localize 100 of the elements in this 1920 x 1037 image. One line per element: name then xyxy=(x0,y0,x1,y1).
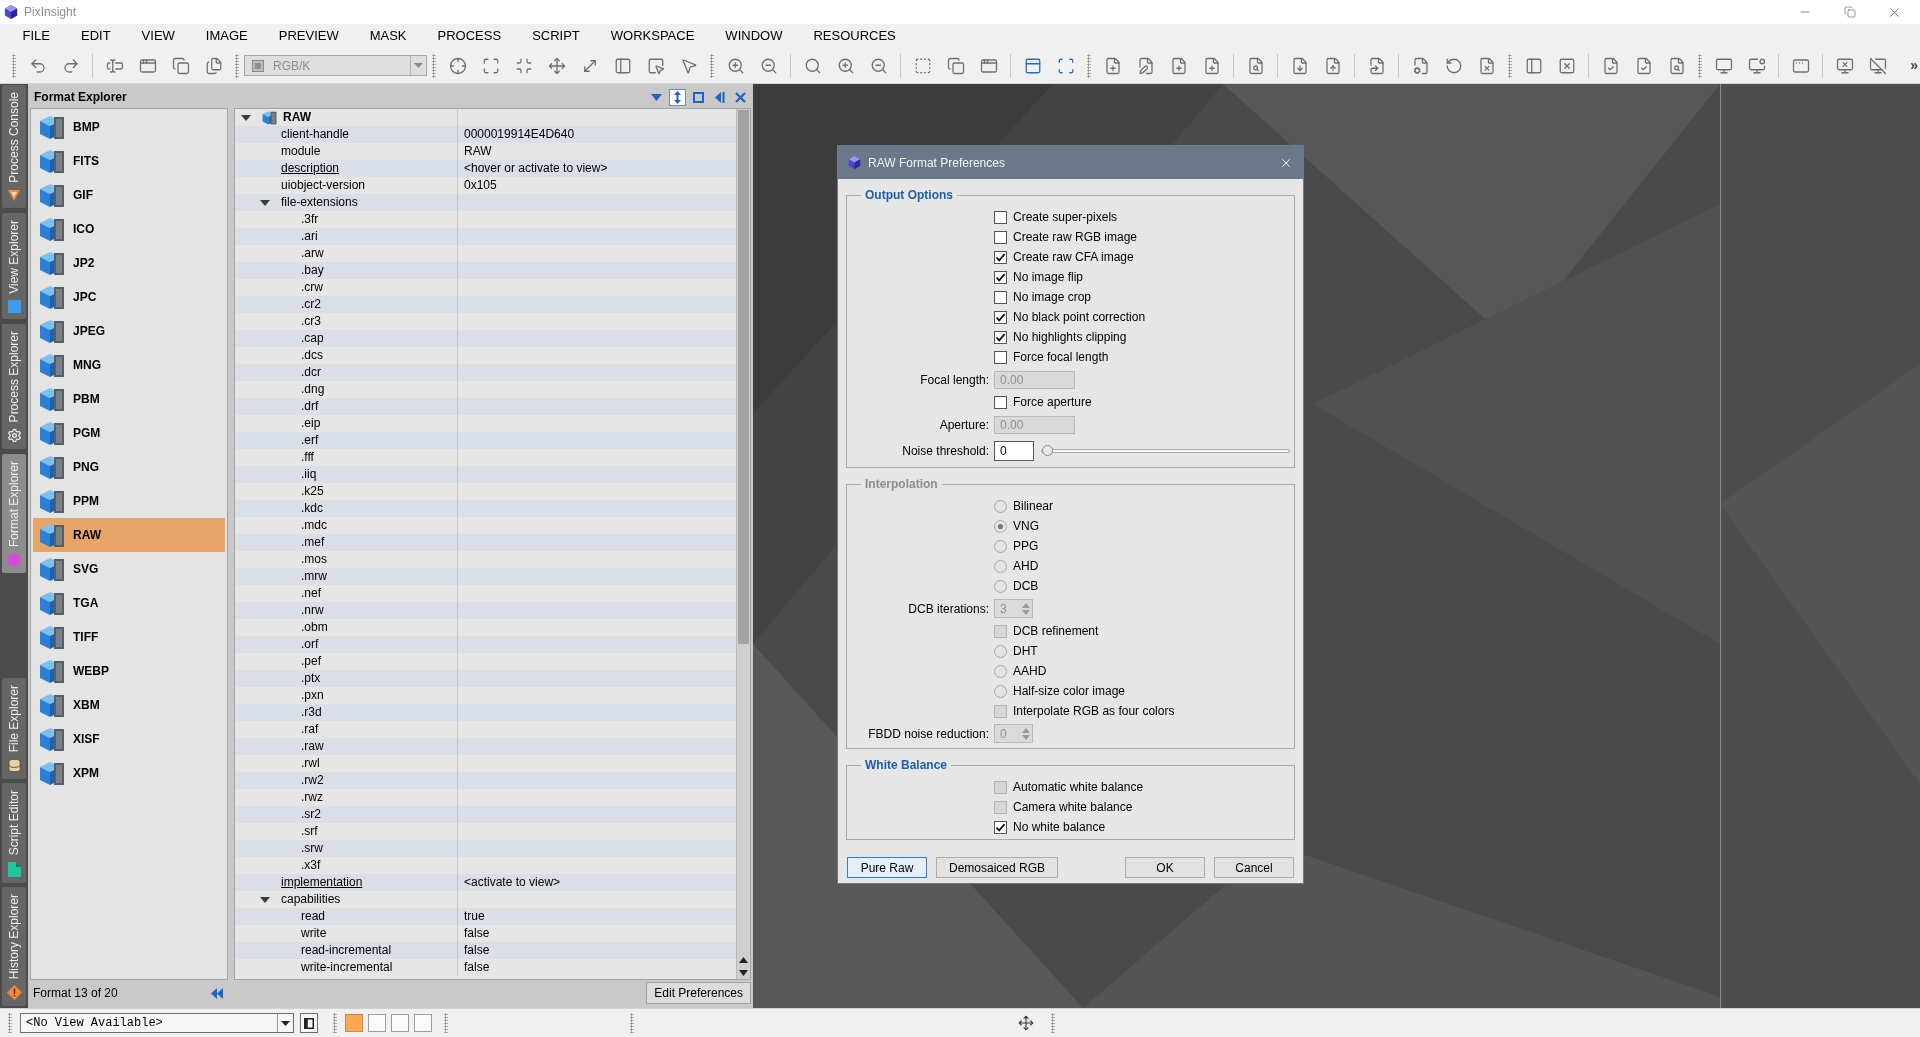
checkbox-label[interactable]: No image flip xyxy=(1013,268,1084,286)
checkbox-label[interactable]: Create super-pixels xyxy=(1013,208,1118,226)
checkbox[interactable] xyxy=(994,290,1007,304)
view-selector-dropdown[interactable]: <No View Available> xyxy=(20,1013,294,1033)
rewind-icon[interactable] xyxy=(211,987,223,999)
toolbar-grip[interactable] xyxy=(235,53,239,78)
checkbox[interactable] xyxy=(994,820,1007,834)
toolbar-grip[interactable] xyxy=(12,53,16,78)
tree-row[interactable]: .srw xyxy=(235,840,736,857)
tree-link[interactable]: description xyxy=(281,160,340,177)
dialog-button[interactable]: Demosaiced RGB xyxy=(936,857,1059,878)
dialog-button[interactable]: Pure Raw xyxy=(847,857,927,878)
menu-item[interactable]: RESOURCES xyxy=(797,25,912,47)
menu-item[interactable]: WINDOW xyxy=(709,25,798,47)
files-icon[interactable] xyxy=(204,56,223,75)
format-list-item[interactable]: PBM xyxy=(33,382,225,416)
caret-down-icon[interactable] xyxy=(260,894,270,905)
zoom-in-icon[interactable] xyxy=(836,56,855,75)
scrollbar[interactable] xyxy=(736,109,750,979)
toolbar-grip[interactable] xyxy=(333,1013,337,1033)
menu-item[interactable]: IMAGE xyxy=(190,25,264,47)
restore-icon[interactable] xyxy=(1843,6,1856,18)
format-list-item[interactable]: JP2 xyxy=(33,246,225,280)
checkbox[interactable] xyxy=(994,270,1007,284)
format-list-item[interactable]: MNG xyxy=(33,348,225,382)
side-tab[interactable]: Process Explorer xyxy=(2,323,26,449)
tree-row[interactable]: .kdc xyxy=(235,500,736,517)
toolbar-grip[interactable] xyxy=(1087,53,1091,78)
toolbar-grip[interactable] xyxy=(1698,53,1702,78)
format-list-item[interactable]: XPM xyxy=(33,756,225,790)
dialog-button[interactable]: Cancel xyxy=(1214,857,1294,878)
format-list-item[interactable]: PGM xyxy=(33,416,225,450)
zoom-out-icon[interactable] xyxy=(869,56,888,75)
tree-link[interactable]: implementation xyxy=(281,874,363,891)
checkbox-label[interactable]: Force aperture xyxy=(1013,393,1092,411)
menu-item[interactable]: MASK xyxy=(354,25,423,47)
file-check-icon[interactable] xyxy=(1634,56,1653,75)
menu-item[interactable]: PREVIEW xyxy=(263,25,355,47)
format-list-item[interactable]: TIFF xyxy=(33,620,225,654)
monitor-icon[interactable] xyxy=(1714,56,1733,75)
toolbar-grip[interactable] xyxy=(1508,53,1512,78)
edit-preferences-button[interactable]: Edit Preferences xyxy=(646,982,751,1004)
file-arrow-icon[interactable] xyxy=(1367,56,1386,75)
file-x-icon[interactable] xyxy=(1477,56,1496,75)
file-pen-icon[interactable] xyxy=(1136,56,1155,75)
format-list-item[interactable]: PNG xyxy=(33,450,225,484)
format-list-item[interactable]: GIF xyxy=(33,178,225,212)
menu-item[interactable]: VIEW xyxy=(126,25,191,47)
menu-item[interactable]: FILE xyxy=(7,25,66,47)
format-list-item[interactable]: SVG xyxy=(33,552,225,586)
menu-item[interactable]: EDIT xyxy=(65,25,127,47)
monitor-icon[interactable] xyxy=(1747,56,1766,75)
format-list-item[interactable]: JPEG xyxy=(33,314,225,348)
file-up-icon[interactable] xyxy=(1323,56,1342,75)
move-icon[interactable] xyxy=(547,56,566,75)
format-list-item[interactable]: XBM xyxy=(33,688,225,722)
file-plus-icon[interactable] xyxy=(1169,56,1188,75)
scrollbar-thumb[interactable] xyxy=(738,110,749,644)
tree-row[interactable]: .nrw xyxy=(235,602,736,619)
zoom-out-icon[interactable] xyxy=(759,56,778,75)
toolbar-grip[interactable] xyxy=(8,1013,12,1033)
toolbar-grip[interactable] xyxy=(1051,1013,1055,1033)
panel-icon[interactable] xyxy=(613,56,632,75)
checkbox[interactable] xyxy=(994,350,1007,364)
format-list-item[interactable]: PPM xyxy=(33,484,225,518)
file-plus-icon[interactable] xyxy=(1202,56,1221,75)
pointer-icon[interactable] xyxy=(679,56,698,75)
checkbox-label[interactable]: No white balance xyxy=(1013,818,1106,836)
menu-item[interactable]: SCRIPT xyxy=(516,25,596,47)
file-search-icon[interactable] xyxy=(1246,56,1265,75)
tree-row[interactable]: .bay xyxy=(235,262,736,279)
checkbox-label[interactable]: Create raw RGB image xyxy=(1013,228,1138,246)
tree-row[interactable]: .ari xyxy=(235,228,736,245)
file-search-icon[interactable] xyxy=(1667,56,1686,75)
tree-row[interactable]: .cr2 xyxy=(235,296,736,313)
tree-row[interactable]: .ptx xyxy=(235,670,736,687)
format-list-item[interactable]: ICO xyxy=(33,212,225,246)
tree-row[interactable]: .iiq xyxy=(235,466,736,483)
checkbox[interactable] xyxy=(994,250,1007,264)
workspace-button[interactable] xyxy=(391,1014,409,1032)
toolbar-grip[interactable] xyxy=(444,1013,448,1033)
checkbox-label[interactable]: No black point correction xyxy=(1013,308,1146,326)
slider-thumb[interactable] xyxy=(1042,445,1053,456)
side-tab[interactable]: File Explorer xyxy=(2,677,26,780)
cursor-square-icon[interactable] xyxy=(646,56,665,75)
checkbox[interactable] xyxy=(994,330,1007,344)
checkbox-label[interactable]: Create raw CFA image xyxy=(1013,248,1134,266)
format-list-item[interactable]: TGA xyxy=(33,586,225,620)
tree-row[interactable]: .cap xyxy=(235,330,736,347)
overflow-button[interactable]: » xyxy=(1910,55,1918,76)
workspace-button[interactable] xyxy=(368,1014,386,1032)
redo-icon[interactable] xyxy=(61,56,80,75)
tree-row[interactable]: .mrw xyxy=(235,568,736,585)
tree-row[interactable]: file-extensions xyxy=(235,194,736,211)
tree-row[interactable]: client-handle 0000019914E4D640 xyxy=(235,126,736,143)
up-arrow-icon[interactable] xyxy=(739,957,748,963)
tree-row[interactable]: description <hover or activate to view> xyxy=(235,160,736,177)
workspace-button[interactable] xyxy=(414,1014,432,1032)
caret-down-icon[interactable] xyxy=(281,1020,290,1026)
menu-item[interactable]: WORKSPACE xyxy=(595,25,710,47)
